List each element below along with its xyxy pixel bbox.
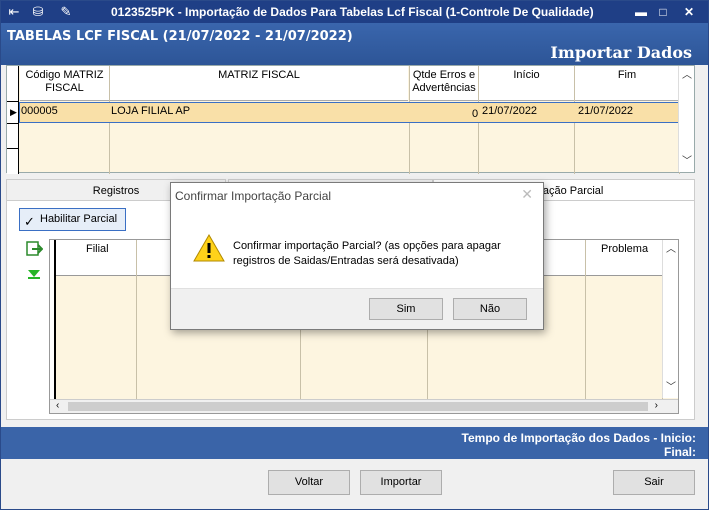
title-bar: ⇤ ⛁ ✎ 0123525PK - Importação de Dados Pa… (1, 1, 708, 23)
importar-button[interactable]: Importar (360, 470, 442, 495)
scroll-down-icon[interactable]: ﹀ (679, 154, 695, 170)
table-row[interactable]: 000005 LOJA FILIAL AP 0 21/07/2022 21/07… (19, 102, 681, 123)
cell-fim: 21/07/2022 (578, 105, 634, 117)
col-filial-header[interactable]: Filial (86, 243, 109, 255)
scroll-down-icon[interactable]: ﹀ (663, 380, 679, 396)
page-action-title: Importar Dados (550, 43, 692, 62)
window-title: 0123525PK - Importação de Dados Para Tab… (111, 5, 594, 19)
habilitar-parcial-checkbox[interactable]: ✓ Habilitar Parcial (19, 208, 126, 231)
status-bar: Tempo de Importação dos Dados - Inicio: … (1, 427, 708, 459)
page-header: TABELAS LCF FISCAL (21/07/2022 - 21/07/2… (1, 23, 708, 65)
nao-button[interactable]: Não (453, 298, 527, 320)
confirm-dialog: Confirmar Importação Parcial ✕ Confirmar… (170, 182, 544, 330)
minimize-button[interactable]: ▬ (631, 4, 651, 20)
close-button[interactable]: ✕ (679, 4, 699, 20)
wrench-icon[interactable]: ✎ (57, 3, 75, 21)
app-menu-icon[interactable]: ⇤ (5, 3, 23, 21)
cell-inicio: 21/07/2022 (482, 105, 538, 117)
current-row-icon: ▶ (10, 107, 17, 117)
voltar-button[interactable]: Voltar (268, 470, 350, 495)
scroll-up-icon[interactable]: ︿ (663, 242, 679, 258)
status-inicio: Tempo de Importação dos Dados - Inicio: (461, 431, 696, 445)
side-toolbar (25, 241, 45, 283)
scroll-right-icon[interactable]: › (655, 400, 658, 411)
sair-button[interactable]: Sair (613, 470, 695, 495)
check-icon: ✓ (24, 214, 35, 229)
dialog-message: Confirmar importação Parcial? (as opções… (233, 240, 501, 267)
status-final: Final: (664, 445, 696, 459)
detail-grid-hscroll[interactable]: ‹ › (50, 399, 678, 413)
col-qtde-header[interactable]: Qtde Erros e Advertências (410, 66, 478, 101)
maximize-button[interactable]: □ (653, 4, 673, 20)
warning-icon (193, 233, 225, 262)
cell-codigo: 000005 (21, 105, 58, 117)
export-icon[interactable] (25, 241, 44, 257)
top-grid-vscroll[interactable]: ︿ ﹀ (678, 66, 694, 172)
habilitar-parcial-label: Habilitar Parcial (40, 213, 118, 225)
col-inicio-header[interactable]: Início (479, 66, 574, 101)
cell-matriz: LOJA FILIAL AP (111, 105, 191, 117)
scroll-left-icon[interactable]: ‹ (56, 400, 59, 411)
col-problema-header[interactable]: Problema (601, 243, 648, 255)
detail-grid-vscroll[interactable]: ︿ ﹀ (662, 240, 678, 398)
hscroll-thumb[interactable] (68, 402, 648, 411)
cell-qtde: 0 (472, 108, 479, 120)
traffic-light-icon[interactable]: ⛁ (29, 3, 47, 21)
col-codigo-header[interactable]: Código MATRIZ FISCAL (20, 66, 109, 101)
matriz-grid[interactable]: ▶ Código MATRIZ FISCAL MATRIZ FISCAL Qtd… (6, 65, 695, 174)
page-title: TABELAS LCF FISCAL (21/07/2022 - 21/07/2… (7, 29, 353, 44)
row-indicator: ▶ (7, 66, 19, 174)
col-matriz-header[interactable]: MATRIZ FISCAL (110, 66, 408, 101)
sim-button[interactable]: Sim (369, 298, 443, 320)
dialog-close-icon[interactable]: ✕ (521, 186, 533, 203)
move-down-icon[interactable] (25, 266, 43, 280)
dialog-title: Confirmar Importação Parcial (175, 189, 332, 203)
col-fim-header[interactable]: Fim (575, 66, 679, 101)
scroll-up-icon[interactable]: ︿ (679, 68, 695, 84)
